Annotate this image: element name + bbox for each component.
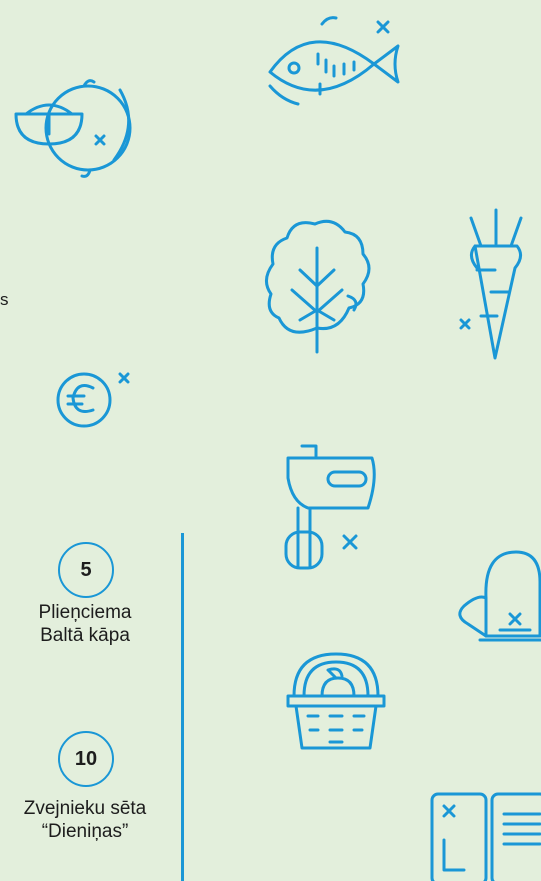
fruit-basket-icon [286, 652, 386, 750]
stop-name-line2: “Dieniņas” [41, 821, 129, 842]
hand-mixer-icon [284, 444, 376, 570]
stop-name: Zvejnieku sēta “Dieniņas” [0, 797, 170, 843]
timeline-divider [181, 533, 184, 881]
carrot-icon [459, 208, 523, 360]
lemon-icon [14, 79, 132, 178]
stop-number-badge: 10 [58, 731, 114, 787]
stop-name-line2: Baltā kāpa [40, 625, 130, 646]
fish-icon [268, 16, 400, 106]
oven-mitt-icon [458, 550, 541, 642]
stop-name: Plieņciema Baltā kāpa [0, 601, 170, 647]
stop-name-line1: Zvejnieku sēta [23, 798, 147, 819]
euro-coin-icon [56, 372, 130, 428]
lettuce-icon [265, 219, 371, 354]
open-book-icon [430, 792, 541, 881]
cut-off-text: s [0, 290, 9, 309]
stop-number-badge: 5 [58, 542, 114, 598]
stop-name-line1: Plieņciema [38, 602, 132, 623]
